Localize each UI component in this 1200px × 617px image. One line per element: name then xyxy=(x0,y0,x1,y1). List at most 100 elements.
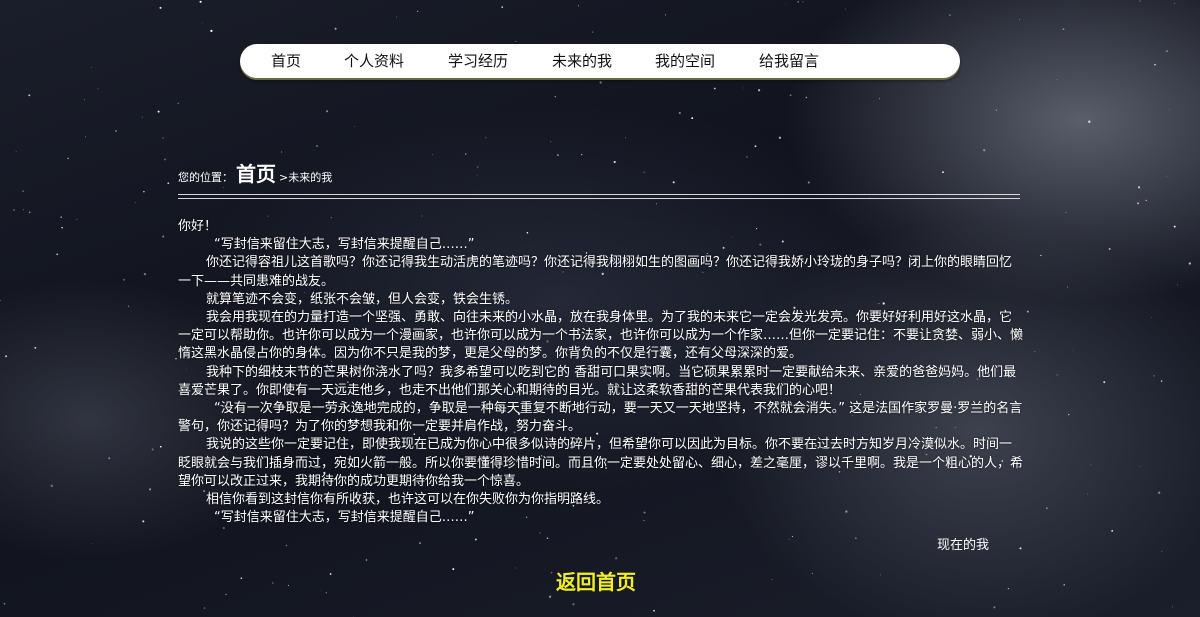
star xyxy=(329,573,332,575)
star xyxy=(599,81,602,84)
star xyxy=(143,272,147,276)
star xyxy=(983,149,986,152)
star xyxy=(177,102,179,104)
star xyxy=(653,609,655,612)
star xyxy=(122,278,125,281)
star xyxy=(164,158,166,161)
star xyxy=(167,182,170,185)
star xyxy=(202,22,203,24)
star xyxy=(91,67,92,69)
star xyxy=(419,542,421,545)
star xyxy=(556,154,559,157)
letter-paragraph: 我种下的细枝末节的芒果树你浇水了吗？我多希望可以吃到它的 香甜可口果实啊。当它硕… xyxy=(178,364,1017,398)
nav-item-education[interactable]: 学习经历 xyxy=(448,44,508,78)
star xyxy=(0,299,1,302)
star xyxy=(1138,186,1141,189)
star xyxy=(1153,375,1155,377)
breadcrumb-divider xyxy=(178,194,1020,199)
star xyxy=(995,109,997,111)
star xyxy=(1173,225,1176,228)
star xyxy=(778,136,782,139)
breadcrumb-prefix: 您的位置： xyxy=(178,171,233,184)
star xyxy=(581,153,583,156)
star xyxy=(162,137,164,139)
star xyxy=(225,593,227,595)
star xyxy=(844,8,846,10)
breadcrumb: 您的位置： 首页 >未来的我 xyxy=(178,158,332,190)
star xyxy=(223,527,225,529)
letter-signature: 现在的我 xyxy=(937,538,990,553)
star xyxy=(1026,310,1029,313)
star xyxy=(949,14,951,16)
star xyxy=(572,603,575,606)
star xyxy=(334,27,337,30)
star xyxy=(1090,464,1092,466)
star xyxy=(1145,199,1147,202)
star xyxy=(1019,18,1020,20)
star xyxy=(788,538,790,540)
letter-paragraph: 我会用我现在的力量打造一个坚强、勇敢、向往未来的小水晶，放在我身体里。为了我的未… xyxy=(178,310,1024,362)
star xyxy=(811,572,813,574)
nav-item-profile[interactable]: 个人资料 xyxy=(344,44,404,78)
star xyxy=(199,0,202,3)
star xyxy=(325,592,327,594)
star xyxy=(797,1,799,3)
star xyxy=(108,457,111,460)
letter-paragraph: “写封信来留住大志，写封信来提醒自己……” xyxy=(214,237,475,253)
nav-item-my-space[interactable]: 我的空间 xyxy=(655,44,715,78)
star xyxy=(1151,317,1152,318)
star xyxy=(807,181,810,184)
letter-paragraph: “写封信来留住大志，写封信来提醒自己……” xyxy=(214,510,475,526)
star xyxy=(417,10,419,12)
star xyxy=(280,151,283,153)
star xyxy=(1169,109,1170,111)
star xyxy=(1139,0,1141,2)
star xyxy=(615,557,618,560)
star xyxy=(948,83,950,85)
star xyxy=(114,129,118,133)
star xyxy=(1139,466,1141,467)
star xyxy=(791,535,793,538)
star xyxy=(210,29,213,33)
star xyxy=(678,111,681,115)
star xyxy=(1171,606,1174,608)
star xyxy=(315,145,318,147)
star xyxy=(625,137,627,139)
letter-paragraph: 我说的这些你一定要记住，即使我现在已成为你心中很多似诗的碎片，但希望你可以因此为… xyxy=(178,437,1024,489)
star xyxy=(485,137,487,139)
back-home-link[interactable]: 返回首页 xyxy=(556,566,636,595)
star xyxy=(1108,247,1111,251)
star xyxy=(1158,491,1161,494)
star xyxy=(288,584,290,586)
star xyxy=(1154,63,1156,66)
nav-item-future-me[interactable]: 未来的我 xyxy=(552,44,612,78)
star xyxy=(272,582,274,584)
main-navigation: 首页 个人资料 学习经历 未来的我 我的空间 给我留言 xyxy=(240,44,960,78)
star xyxy=(1007,587,1010,590)
star xyxy=(476,174,478,176)
star xyxy=(134,202,136,203)
star xyxy=(162,235,165,238)
star xyxy=(76,218,78,220)
star xyxy=(1068,413,1070,416)
star xyxy=(267,215,269,217)
star xyxy=(159,445,162,448)
star xyxy=(97,88,99,90)
star xyxy=(549,595,552,598)
nav-item-leave-message[interactable]: 给我留言 xyxy=(759,44,819,78)
star xyxy=(452,568,455,571)
nav-item-home[interactable]: 首页 xyxy=(271,44,301,78)
star xyxy=(326,110,329,113)
star xyxy=(92,543,93,544)
star xyxy=(396,16,398,18)
star xyxy=(1065,211,1067,214)
star xyxy=(56,253,59,256)
star xyxy=(754,145,757,148)
star xyxy=(34,346,37,349)
breadcrumb-home-link[interactable]: 首页 xyxy=(236,162,276,186)
star xyxy=(203,607,206,609)
star xyxy=(613,160,616,164)
star xyxy=(664,14,667,16)
star xyxy=(476,166,479,168)
star xyxy=(1174,2,1176,4)
